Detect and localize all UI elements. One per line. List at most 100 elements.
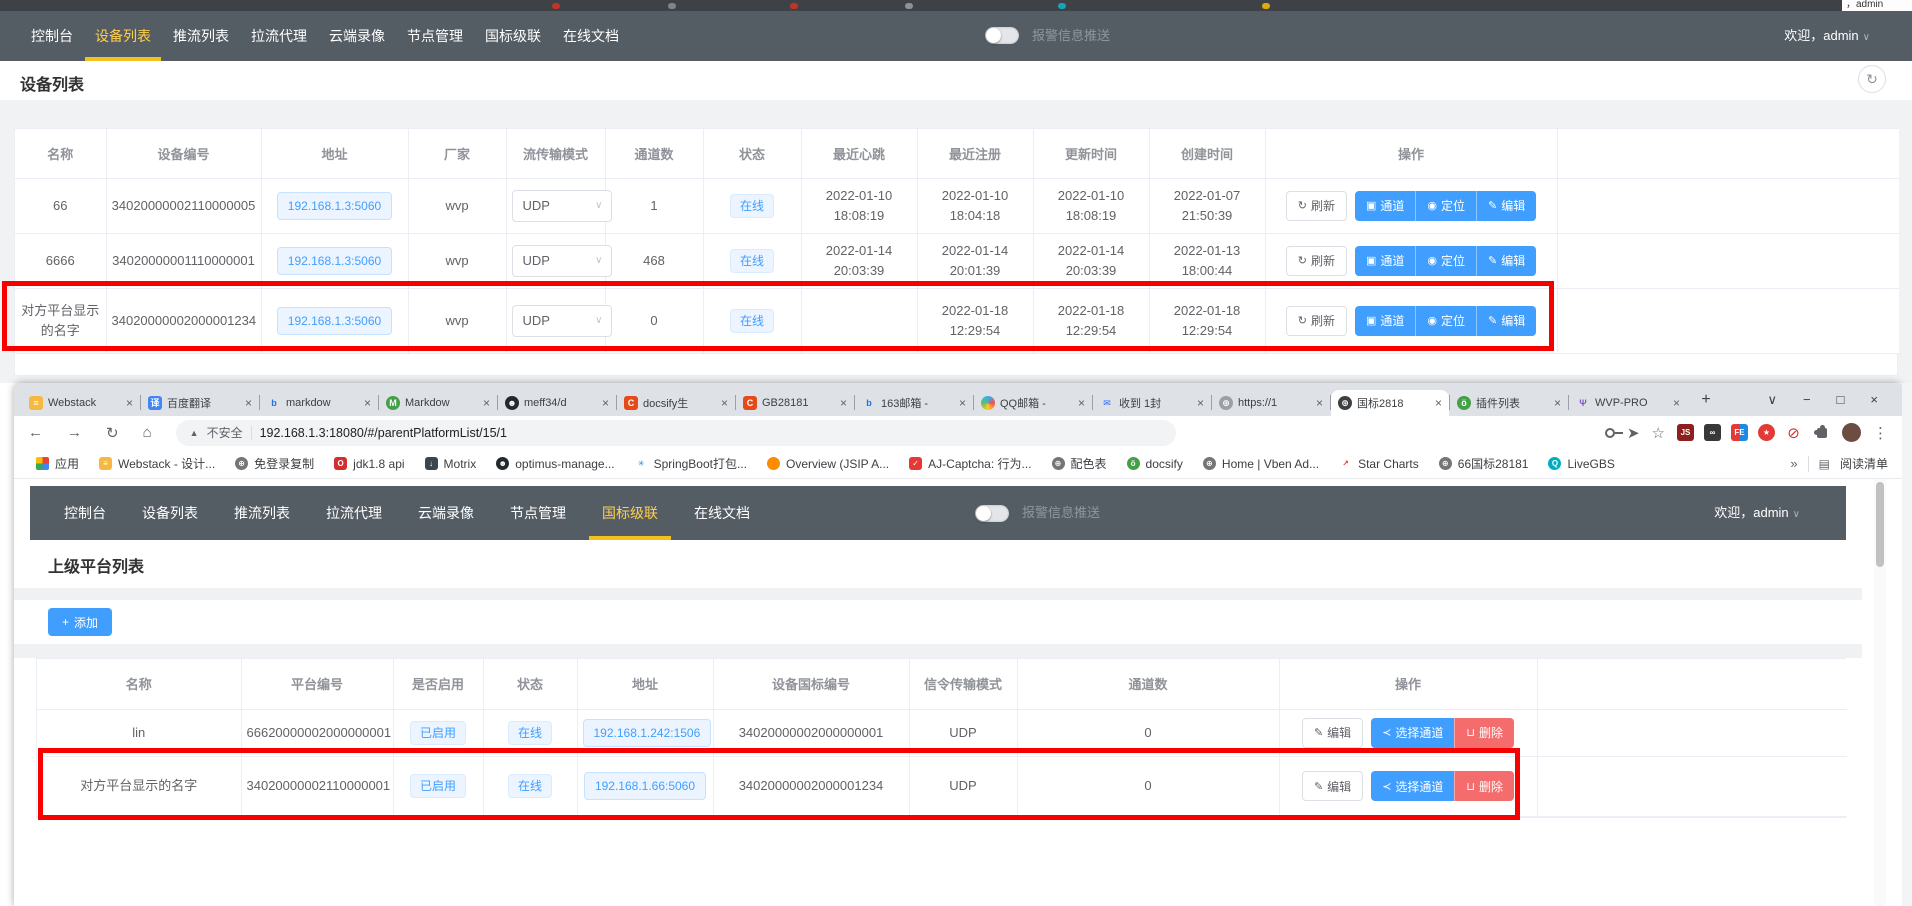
refresh-page-button[interactable]: ↻: [1858, 65, 1886, 93]
profile-avatar[interactable]: [1842, 423, 1861, 442]
delete-platform-button[interactable]: ⊔删除: [1454, 718, 1514, 748]
nav-tab-2[interactable]: 设备列表: [128, 486, 212, 540]
bookmark-item[interactable]: Overview (JSIP A...: [767, 457, 889, 471]
browser-tab[interactable]: ≡Webstack×: [22, 390, 140, 416]
maximize-button[interactable]: □: [1837, 392, 1845, 407]
browser-tab[interactable]: ΨWVP-PRO×: [1569, 390, 1687, 416]
address-button[interactable]: 192.168.1.3:5060: [277, 247, 392, 275]
browser-tab[interactable]: bmarkdow×: [260, 390, 378, 416]
stream-mode-select[interactable]: UDP∨: [512, 245, 612, 277]
browser-tab[interactable]: ö插件列表×: [1450, 390, 1568, 416]
close-tab-icon[interactable]: ×: [1554, 396, 1561, 410]
channels-button[interactable]: ▣通道: [1355, 306, 1415, 336]
back-button[interactable]: ←: [28, 424, 43, 441]
bookmark-item[interactable]: ✳SpringBoot打包...: [635, 455, 747, 472]
address-button[interactable]: 192.168.1.3:5060: [277, 192, 392, 220]
nav-tab-4[interactable]: 拉流代理: [240, 11, 318, 61]
edit-device-button[interactable]: ✎编辑: [1476, 306, 1536, 336]
address-bar[interactable]: ▲ 不安全 192.168.1.3:18080/#/parentPlatform…: [176, 420, 1176, 446]
browser-tab[interactable]: MMarkdow×: [379, 390, 497, 416]
edit-device-button[interactable]: ✎编辑: [1476, 191, 1536, 221]
nav-tab-6[interactable]: 节点管理: [396, 11, 474, 61]
refresh-device-button[interactable]: ↻刷新: [1286, 306, 1347, 336]
channels-button[interactable]: ▣通道: [1355, 191, 1415, 221]
bookmark-item[interactable]: ≡Webstack - 设计...: [99, 455, 215, 472]
scrollbar-thumb[interactable]: [1876, 482, 1884, 567]
select-channel-button[interactable]: ≺选择通道: [1371, 718, 1454, 748]
forward-button[interactable]: →: [67, 424, 82, 441]
minimize-button[interactable]: −: [1803, 392, 1811, 407]
nav-tab-8[interactable]: 在线文档: [680, 486, 764, 540]
browser-tab[interactable]: ⊕https://1×: [1212, 390, 1330, 416]
edit-platform-button[interactable]: ✎编辑: [1302, 718, 1363, 748]
bookmark-item[interactable]: ↗Star Charts: [1339, 457, 1419, 471]
refresh-device-button[interactable]: ↻刷新: [1286, 246, 1347, 276]
browser-tab[interactable]: 译百度翻译×: [141, 390, 259, 416]
fe-extension-icon[interactable]: FE: [1731, 424, 1748, 441]
reload-button[interactable]: ↻: [106, 424, 119, 442]
close-window-button[interactable]: ×: [1870, 392, 1878, 407]
locate-button[interactable]: ◉定位: [1415, 191, 1476, 221]
user-menu[interactable]: 欢迎，admin∨: [1714, 486, 1800, 542]
bookmark-item[interactable]: ☻optimus-manage...: [496, 457, 614, 471]
alarm-push-toggle[interactable]: [975, 505, 1009, 522]
browser-tab[interactable]: b163邮箱 -×: [855, 390, 973, 416]
camera-block-extension-icon[interactable]: ⊘: [1785, 424, 1802, 441]
home-button[interactable]: ⌂: [143, 424, 152, 441]
bookmark-item[interactable]: ⊕配色表: [1052, 455, 1107, 472]
close-tab-icon[interactable]: ×: [1078, 396, 1085, 410]
browser-tab[interactable]: ☻meff34/d×: [498, 390, 616, 416]
bookmark-item[interactable]: ⊕Home | Vben Ad...: [1203, 457, 1319, 471]
browser-tab[interactable]: ✉收到 1封×: [1093, 390, 1211, 416]
new-tab-button[interactable]: +: [1693, 387, 1719, 413]
browser-tab[interactable]: CGB28181×: [736, 390, 854, 416]
locate-button[interactable]: ◉定位: [1415, 246, 1476, 276]
close-tab-icon[interactable]: ×: [126, 396, 133, 410]
close-tab-icon[interactable]: ×: [364, 396, 371, 410]
robot-extension-icon[interactable]: ∞: [1704, 424, 1721, 441]
browser-tab[interactable]: Cdocsify生×: [617, 390, 735, 416]
password-key-icon[interactable]: [1605, 428, 1615, 438]
bookmark-item[interactable]: ⊕66国标28181: [1439, 455, 1529, 472]
alarm-push-toggle[interactable]: [985, 27, 1019, 44]
close-tab-icon[interactable]: ×: [721, 396, 728, 410]
bookmark-item[interactable]: 应用: [36, 455, 79, 472]
close-tab-icon[interactable]: ×: [1673, 396, 1680, 410]
browser-tab[interactable]: ⊕国标2818×: [1331, 390, 1449, 416]
stop-hand-extension-icon[interactable]: ★: [1758, 424, 1775, 441]
address-button[interactable]: 192.168.1.66:5060: [584, 772, 706, 800]
nav-tab-6[interactable]: 节点管理: [496, 486, 580, 540]
nav-tab-7[interactable]: 国标级联: [474, 11, 552, 61]
nav-tab-8[interactable]: 在线文档: [552, 11, 630, 61]
browser-menu-icon[interactable]: ⋮: [1873, 424, 1888, 442]
extensions-puzzle-icon[interactable]: [1817, 428, 1827, 438]
stream-mode-select[interactable]: UDP∨: [512, 305, 612, 337]
close-tab-icon[interactable]: ×: [1316, 396, 1323, 410]
bookmark-item[interactable]: ödocsify: [1127, 457, 1183, 471]
nav-tab-2[interactable]: 设备列表: [84, 11, 162, 61]
reading-list-label[interactable]: 阅读清单: [1840, 455, 1888, 472]
bookmark-item[interactable]: ↓Motrix: [425, 457, 477, 471]
select-channel-button[interactable]: ≺选择通道: [1371, 771, 1454, 801]
bookmark-star-icon[interactable]: ☆: [1652, 424, 1665, 442]
send-to-device-icon[interactable]: ➤: [1627, 424, 1640, 442]
bookmark-item[interactable]: ✓AJ-Captcha: 行为...: [909, 455, 1031, 472]
close-tab-icon[interactable]: ×: [959, 396, 966, 410]
refresh-device-button[interactable]: ↻刷新: [1286, 191, 1347, 221]
address-button[interactable]: 192.168.1.242:1506: [583, 719, 712, 747]
user-menu[interactable]: 欢迎，admin∨: [1784, 11, 1870, 63]
locate-button[interactable]: ◉定位: [1415, 306, 1476, 336]
close-tab-icon[interactable]: ×: [1197, 396, 1204, 410]
nav-tab-1[interactable]: 控制台: [20, 11, 84, 61]
close-tab-icon[interactable]: ×: [1435, 396, 1442, 410]
js-extension-icon[interactable]: JS: [1677, 424, 1694, 441]
close-tab-icon[interactable]: ×: [602, 396, 609, 410]
channels-button[interactable]: ▣通道: [1355, 246, 1415, 276]
close-tab-icon[interactable]: ×: [840, 396, 847, 410]
nav-tab-7[interactable]: 国标级联: [588, 486, 672, 540]
delete-platform-button[interactable]: ⊔删除: [1454, 771, 1514, 801]
nav-tab-5[interactable]: 云端录像: [404, 486, 488, 540]
tab-search-icon[interactable]: ∨: [1767, 392, 1777, 408]
nav-tab-1[interactable]: 控制台: [50, 486, 120, 540]
nav-tab-4[interactable]: 拉流代理: [312, 486, 396, 540]
